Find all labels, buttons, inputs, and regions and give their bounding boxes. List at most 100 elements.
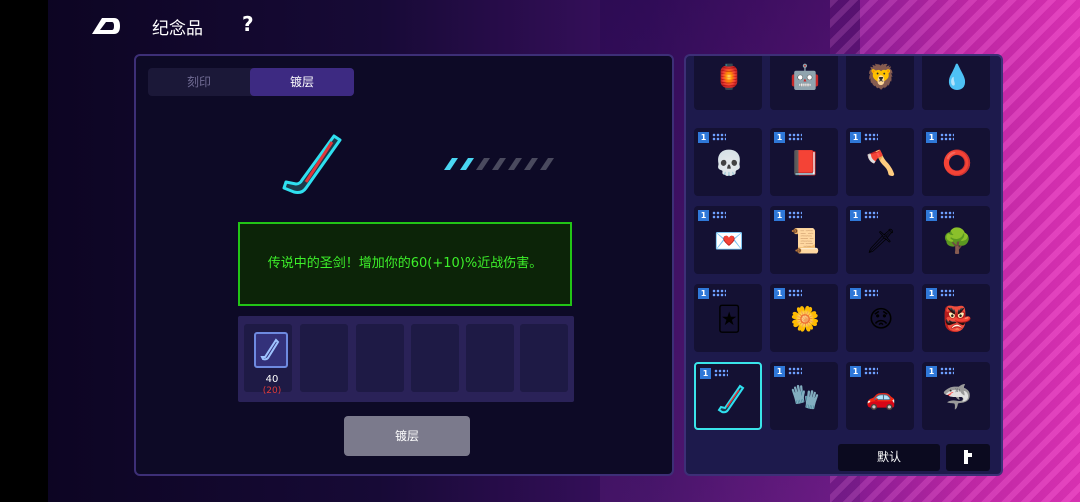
robot-icon: 🤖	[790, 63, 820, 91]
tier-dots-icon	[940, 289, 954, 297]
souvenir-cell[interactable]: 🦁	[846, 56, 914, 110]
help-button[interactable]: ?	[242, 12, 254, 36]
tier-dots-icon	[788, 211, 802, 219]
level-badge: 1	[850, 288, 861, 299]
souvenir-cell[interactable]: 1 💌	[694, 206, 762, 274]
sad-face-icon: 😟	[868, 305, 894, 333]
tier-dots-icon	[712, 211, 726, 219]
default-sort-button[interactable]: 默认	[838, 444, 940, 471]
level-badge: 1	[926, 288, 937, 299]
tier-dots-icon	[864, 133, 878, 141]
souvenir-cell[interactable]: 💧	[922, 56, 990, 110]
tab-plate[interactable]: 镀层	[250, 68, 354, 96]
plate-slot-empty[interactable]	[411, 324, 459, 392]
tier-dots-icon	[712, 289, 726, 297]
axe-icon: 🪓	[866, 149, 896, 177]
tree-icon: 🌳	[942, 227, 972, 255]
souvenir-cell[interactable]: 1 🌼	[770, 284, 838, 352]
tier-dots-icon	[864, 211, 878, 219]
level-badge: 1	[926, 132, 937, 143]
scroll-icon: 📜	[790, 227, 820, 255]
star-empty-icon	[492, 158, 506, 170]
tier-dots-icon	[864, 289, 878, 297]
plate-slot-empty[interactable]	[466, 324, 514, 392]
plate-card-icon	[254, 332, 288, 368]
level-badge: 1	[774, 132, 785, 143]
star-empty-icon	[540, 158, 554, 170]
souvenir-cell[interactable]: 1 📜	[770, 206, 838, 274]
sort-arrow-icon	[964, 450, 972, 464]
skull-icon: 💀	[714, 149, 744, 177]
plate-sub-count: (20)	[262, 386, 282, 396]
glove-icon: 🧤	[790, 383, 820, 411]
souvenir-cell[interactable]: 1 ⭕	[922, 128, 990, 196]
tab-bar: 刻印 镀层	[148, 68, 354, 96]
souvenir-cell[interactable]: 🏮	[694, 56, 762, 110]
level-badge: 1	[926, 366, 937, 377]
tab-engrave[interactable]: 刻印	[148, 68, 250, 96]
star-empty-icon	[524, 158, 538, 170]
shark-icon: 🦈	[942, 383, 972, 411]
plate-slot-empty[interactable]	[356, 324, 404, 392]
level-badge: 1	[926, 210, 937, 221]
tier-dots-icon	[712, 133, 726, 141]
souvenir-cell[interactable]: 1 🚗	[846, 362, 914, 430]
holy-stick-icon	[282, 134, 342, 194]
heart-scroll-icon: 💌	[714, 227, 744, 255]
souvenir-grid-panel: 🏮 🤖 🦁 💧 1 💀 1 📕 1 🪓 1 ⭕ 1 💌 1 📜 1 🗡 1 🌳 1 🃏 1 🌼 1 😟 1 👺 1 1 🧤 1 🚗 1 🦈 默认	[684, 54, 1003, 476]
level-badge: 1	[698, 132, 709, 143]
souvenir-cell[interactable]: 1 🪓	[846, 128, 914, 196]
level-badge: 1	[850, 210, 861, 221]
star-filled-icon	[444, 158, 458, 170]
page-title: 纪念品	[152, 19, 203, 39]
souvenir-cell[interactable]: 🤖	[770, 56, 838, 110]
flower-icon: 🌼	[790, 305, 820, 333]
star-empty-icon	[508, 158, 522, 170]
upgrade-stars	[444, 158, 554, 170]
souvenir-cell[interactable]: 1 🌳	[922, 206, 990, 274]
souvenir-cell[interactable]: 1 🃏	[694, 284, 762, 352]
souvenir-cell[interactable]: 1	[694, 362, 762, 430]
souvenir-cell[interactable]: 1 😟	[846, 284, 914, 352]
detail-panel: 刻印 镀层 传说中的圣剑！增加你的60(+10)%近战伤害。 40 (20) 镀…	[134, 54, 674, 476]
drops-icon: 💧	[942, 63, 972, 91]
book-icon: 📕	[790, 149, 820, 177]
back-logo-icon[interactable]	[88, 14, 122, 38]
plate-slot-empty[interactable]	[300, 324, 348, 392]
item-description: 传说中的圣剑！增加你的60(+10)%近战伤害。	[238, 222, 572, 306]
plate-count: 40	[265, 374, 279, 385]
hockey-stick-icon	[714, 382, 748, 416]
souvenir-cell[interactable]: 1 🗡	[846, 206, 914, 274]
car-icon: 🚗	[866, 383, 896, 411]
tier-dots-icon	[864, 367, 878, 375]
plate-slot-empty[interactable]	[520, 324, 568, 392]
sword-icon: 🗡	[865, 227, 897, 255]
sort-order-button[interactable]	[946, 444, 990, 471]
tier-dots-icon	[788, 367, 802, 375]
plate-button[interactable]: 镀层	[344, 416, 470, 456]
level-badge: 1	[774, 210, 785, 221]
tier-dots-icon	[940, 133, 954, 141]
souvenir-cell[interactable]: 1 📕	[770, 128, 838, 196]
souvenir-cell[interactable]: 1 🧤	[770, 362, 838, 430]
star-filled-icon	[460, 158, 474, 170]
mask-icon: 👺	[942, 305, 972, 333]
souvenir-cell[interactable]: 1 🦈	[922, 362, 990, 430]
level-badge: 1	[774, 288, 785, 299]
plate-slots: 40 (20)	[238, 316, 574, 402]
star-empty-icon	[476, 158, 490, 170]
game-screen: 纪念品 ? 刻印 镀层 传说中的圣剑！增加你的60(+10)%近战伤害。 40 …	[0, 0, 1080, 502]
tier-dots-icon	[788, 289, 802, 297]
souvenir-cell[interactable]: 1 💀	[694, 128, 762, 196]
tier-dots-icon	[940, 367, 954, 375]
souvenir-cell[interactable]: 1 👺	[922, 284, 990, 352]
tier-dots-icon	[788, 133, 802, 141]
tier-dots-icon	[714, 369, 728, 377]
card-icon: 🃏	[716, 305, 742, 333]
level-badge: 1	[850, 366, 861, 377]
tier-dots-icon	[940, 211, 954, 219]
level-badge: 1	[774, 366, 785, 377]
level-badge: 1	[698, 210, 709, 221]
plate-slot-filled[interactable]: 40 (20)	[244, 324, 292, 396]
level-badge: 1	[700, 368, 711, 379]
